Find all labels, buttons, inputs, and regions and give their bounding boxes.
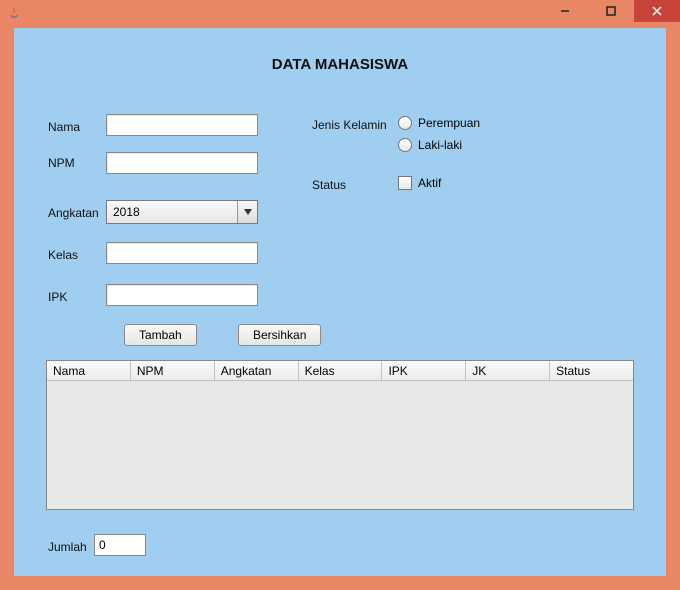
kelas-label: Kelas: [48, 248, 78, 262]
th-angkatan[interactable]: Angkatan: [215, 361, 299, 380]
java-icon: [6, 6, 22, 22]
ipk-input[interactable]: [106, 284, 258, 306]
jenis-kelamin-label: Jenis Kelamin: [312, 118, 387, 132]
chevron-down-icon: [237, 201, 257, 223]
content-outer: DATA MAHASISWA Nama NPM Angkatan 2018 Ke…: [0, 28, 680, 590]
angkatan-label: Angkatan: [48, 206, 99, 220]
jumlah-label: Jumlah: [48, 540, 87, 554]
radio-perempuan[interactable]: Perempuan: [398, 116, 480, 130]
npm-input[interactable]: [106, 152, 258, 174]
window-controls: [542, 0, 680, 28]
th-kelas[interactable]: Kelas: [299, 361, 383, 380]
tambah-button[interactable]: Tambah: [124, 324, 197, 346]
maximize-button[interactable]: [588, 0, 634, 22]
nama-label: Nama: [48, 120, 80, 134]
bersihkan-button[interactable]: Bersihkan: [238, 324, 321, 346]
jumlah-input[interactable]: [94, 534, 146, 556]
app-window: DATA MAHASISWA Nama NPM Angkatan 2018 Ke…: [0, 0, 680, 590]
radio-laki[interactable]: Laki-laki: [398, 138, 462, 152]
ipk-label: IPK: [48, 290, 67, 304]
kelas-input[interactable]: [106, 242, 258, 264]
data-table[interactable]: Nama NPM Angkatan Kelas IPK JK Status: [46, 360, 634, 510]
radio-perempuan-label: Perempuan: [418, 116, 480, 130]
content-panel: DATA MAHASISWA Nama NPM Angkatan 2018 Ke…: [14, 28, 666, 576]
th-npm[interactable]: NPM: [131, 361, 215, 380]
angkatan-select[interactable]: 2018: [106, 200, 258, 224]
radio-icon: [398, 138, 412, 152]
npm-label: NPM: [48, 156, 75, 170]
nama-input[interactable]: [106, 114, 258, 136]
checkbox-icon: [398, 176, 412, 190]
checkbox-aktif-label: Aktif: [418, 176, 441, 190]
status-label: Status: [312, 178, 346, 192]
th-jk[interactable]: JK: [466, 361, 550, 380]
th-nama[interactable]: Nama: [47, 361, 131, 380]
radio-laki-label: Laki-laki: [418, 138, 462, 152]
close-button[interactable]: [634, 0, 680, 22]
page-title: DATA MAHASISWA: [14, 56, 666, 73]
table-header: Nama NPM Angkatan Kelas IPK JK Status: [47, 361, 633, 381]
table-body: [47, 381, 633, 509]
th-status[interactable]: Status: [550, 361, 633, 380]
th-ipk[interactable]: IPK: [382, 361, 466, 380]
checkbox-aktif[interactable]: Aktif: [398, 176, 441, 190]
angkatan-selected: 2018: [113, 205, 140, 219]
minimize-button[interactable]: [542, 0, 588, 22]
titlebar: [0, 0, 680, 28]
radio-icon: [398, 116, 412, 130]
